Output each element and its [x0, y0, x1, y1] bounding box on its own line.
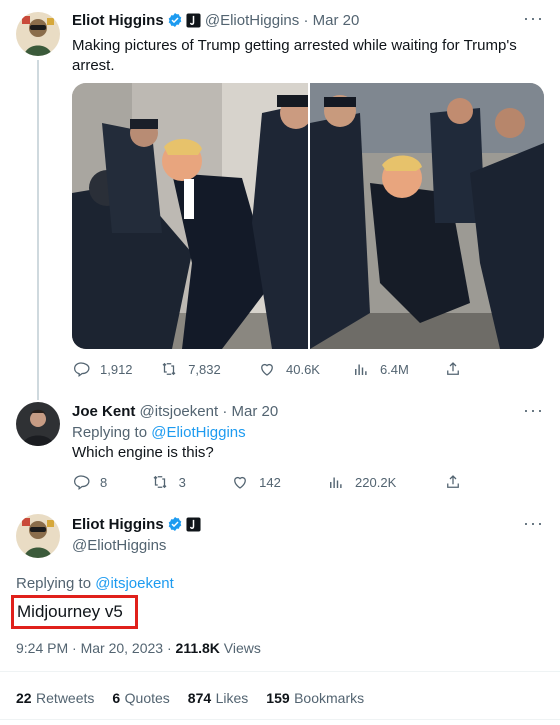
avatar-eliot-higgins[interactable] — [16, 12, 60, 56]
affiliation-badge-icon — [186, 13, 201, 28]
main-author-name[interactable]: Eliot Higgins — [72, 516, 164, 533]
avatar-eliot-higgins[interactable] — [16, 514, 60, 558]
engagement-retweets[interactable]: 22 Retweets — [16, 690, 94, 708]
divider — [0, 671, 560, 672]
affiliation-badge-icon — [186, 517, 201, 532]
likes-label: Likes — [215, 690, 249, 706]
main-replying-to: Replying to @itsjoekent — [16, 575, 174, 592]
share-icon — [447, 362, 459, 375]
reply-text: Which engine is this? — [72, 444, 214, 461]
engagement-quotes[interactable]: 6 Quotes — [112, 690, 169, 708]
main-views-count: 211.8K — [175, 640, 220, 656]
avatar-joe-kent[interactable] — [16, 402, 60, 446]
reply-date[interactable]: Mar 20 — [231, 403, 278, 420]
divider — [0, 719, 560, 720]
views-icon — [354, 364, 367, 375]
likes-count: 874 — [187, 690, 212, 706]
retweets-count: 22 — [16, 690, 32, 706]
views-button[interactable]: 220.2K — [327, 473, 444, 491]
replying-to-link[interactable]: @itsjoekent — [95, 575, 174, 592]
main-timestamp-row: 9:24 PM · Mar 20, 2023 · 211.8K Views — [16, 640, 261, 656]
reply-author-name[interactable]: Joe Kent — [72, 403, 135, 420]
share-button[interactable] — [444, 360, 472, 378]
replying-to-link[interactable]: @EliotHiggins — [151, 424, 245, 441]
like-button[interactable]: 40.6K — [258, 360, 352, 378]
share-button[interactable] — [444, 473, 472, 491]
reply-author-handle[interactable]: @itsjoekent — [140, 403, 219, 420]
engagement-likes[interactable]: 874 Likes — [188, 690, 249, 708]
main-header: Eliot Higgins — [72, 516, 201, 534]
retweet-button[interactable]: 7,832 — [160, 360, 258, 378]
bookmarks-label: Bookmarks — [294, 690, 365, 706]
reply-actions: 8 3 142 220.2K — [72, 473, 472, 491]
more-icon[interactable]: ··· — [523, 8, 544, 29]
like-icon — [261, 363, 273, 376]
replying-prefix: Replying to — [72, 424, 148, 441]
author-handle[interactable]: @EliotHiggins — [205, 12, 299, 29]
share-icon — [447, 475, 459, 488]
views-count: 6.4M — [379, 361, 409, 377]
quotes-count: 6 — [112, 690, 121, 706]
retweet-count: 3 — [178, 474, 186, 490]
views-count: 220.2K — [355, 474, 397, 490]
reply-header: Joe Kent @itsjoekent · Mar 20 — [72, 403, 278, 420]
replying-prefix: Replying to — [16, 575, 92, 592]
thread-line — [37, 60, 39, 400]
author-name[interactable]: Eliot Higgins — [72, 12, 164, 29]
verified-icon — [168, 517, 181, 531]
reply-button[interactable]: 1,912 — [72, 360, 160, 378]
more-icon[interactable]: ··· — [523, 513, 544, 534]
quotes-label: Quotes — [124, 690, 170, 706]
tweet-image-left[interactable] — [72, 83, 308, 349]
engagement-row: 22 Retweets 6 Quotes 874 Likes 159 Bookm… — [16, 690, 364, 708]
separator-dot: · — [303, 12, 309, 29]
reply-count: 8 — [100, 474, 108, 490]
like-count: 142 — [259, 474, 281, 490]
retweet-button[interactable]: 3 — [151, 473, 232, 491]
verified-icon — [168, 13, 181, 27]
reply-icon — [73, 475, 90, 491]
reply-icon — [73, 362, 90, 378]
reply-button[interactable]: 8 — [72, 473, 151, 491]
tweet-image-right[interactable] — [310, 83, 544, 349]
main-timestamp[interactable]: 9:24 PM · Mar 20, 2023 · — [16, 640, 172, 656]
bookmarks-count: 159 — [266, 690, 290, 706]
tweet-date[interactable]: Mar 20 — [313, 12, 360, 29]
views-icon — [330, 477, 342, 488]
main-views-label: Views — [223, 640, 261, 656]
retweet-icon — [153, 475, 167, 489]
separator-dot: · — [222, 403, 228, 420]
views-button[interactable]: 6.4M — [352, 360, 444, 378]
like-button[interactable]: 142 — [231, 473, 327, 491]
tweet1-header: Eliot Higgins @EliotHiggins · Mar 20 — [72, 12, 359, 29]
like-count: 40.6K — [286, 361, 320, 377]
retweet-icon — [162, 362, 176, 376]
retweet-count: 7,832 — [188, 361, 221, 377]
tweet1-text: Making pictures of Trump getting arreste… — [72, 37, 517, 74]
reply-count: 1,912 — [100, 361, 133, 377]
like-icon — [234, 476, 247, 489]
main-author-handle[interactable]: @EliotHiggins — [72, 537, 166, 554]
tweet1-actions: 1,912 7,832 40.6K 6.4M — [72, 360, 472, 378]
retweets-label: Retweets — [36, 690, 95, 706]
more-icon[interactable]: ··· — [523, 400, 544, 421]
reply-replying-to: Replying to @EliotHiggins — [72, 424, 246, 441]
engagement-bookmarks[interactable]: 159 Bookmarks — [266, 690, 364, 708]
main-tweet-text: Midjourney v5 — [17, 602, 123, 621]
